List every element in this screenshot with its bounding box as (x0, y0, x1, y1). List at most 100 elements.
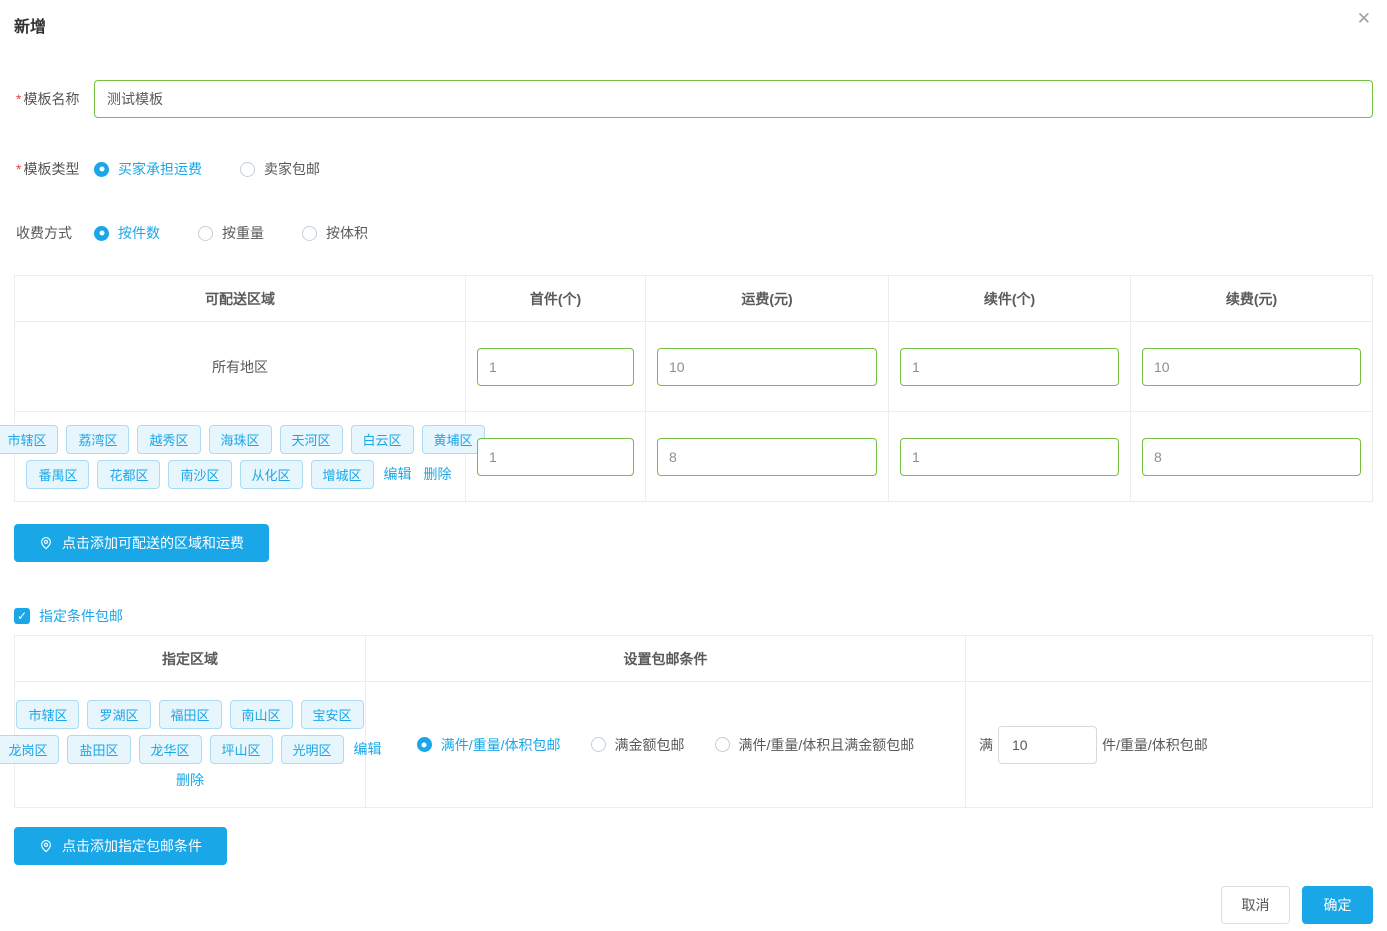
radio-icon (240, 162, 255, 177)
radio-icon (715, 737, 730, 752)
tag-line: 市辖区 罗湖区 福田区 南山区 宝安区 (12, 700, 367, 729)
radio-label: 满件/重量/体积且满金额包邮 (739, 735, 915, 755)
location-pin-icon (39, 839, 53, 853)
confirm-button[interactable]: 确定 (1302, 886, 1373, 924)
column-header-condition: 设置包邮条件 (366, 636, 966, 681)
column-header-empty (966, 636, 1372, 681)
fee-cell (646, 322, 889, 411)
table-row-guangzhou-districts: 市辖区 荔湾区 越秀区 海珠区 天河区 白云区 黄埔区 番禺区 花都区 南沙区 … (15, 411, 1372, 501)
radio-icon (198, 226, 213, 241)
region-tag: 坪山区 (210, 735, 273, 764)
delete-link[interactable]: 删除 (424, 464, 452, 484)
edit-link[interactable]: 编辑 (384, 464, 412, 484)
radio-label: 按体积 (326, 223, 368, 243)
add-region-button[interactable]: 点击添加可配送的区域和运费 (14, 524, 269, 562)
radio-label: 按重量 (222, 223, 264, 243)
radio-icon (302, 226, 317, 241)
charge-method-label: 收费方式 (16, 223, 94, 243)
next-fee-input[interactable] (1142, 438, 1361, 476)
radio-seller-free-shipping[interactable]: 卖家包邮 (240, 159, 320, 179)
region-tag: 增城区 (311, 460, 374, 489)
radio-by-quantity[interactable]: 按件数 (94, 223, 160, 243)
first-qty-input[interactable] (477, 348, 634, 386)
region-tag: 从化区 (240, 460, 303, 489)
template-type-row: *模板类型 买家承担运费 卖家包邮 (16, 159, 1373, 179)
region-tag: 越秀区 (137, 425, 200, 454)
template-type-options: 买家承担运费 卖家包邮 (94, 159, 358, 179)
radio-icon (94, 162, 109, 177)
threshold-input[interactable] (998, 726, 1097, 764)
table-row-shenzhen-districts: 市辖区 罗湖区 福田区 南山区 宝安区 龙岗区 盐田区 龙华区 坪山区 光明区 … (15, 681, 1372, 807)
shipping-fee-table: 可配送区域 首件(个) 运费(元) 续件(个) 续费(元) 所有地区 (14, 275, 1373, 502)
threshold-cell: 满 件/重量/体积包邮 (966, 682, 1372, 807)
template-name-input[interactable] (94, 80, 1373, 118)
radio-qty-and-amount-free[interactable]: 满件/重量/体积且满金额包邮 (715, 735, 915, 755)
first-qty-input[interactable] (477, 438, 634, 476)
radio-by-volume[interactable]: 按体积 (302, 223, 368, 243)
charge-method-label-text: 收费方式 (16, 225, 72, 241)
next-qty-cell (889, 322, 1131, 411)
next-fee-cell (1131, 322, 1372, 411)
location-pin-icon (39, 536, 53, 550)
region-tag: 番禺区 (26, 460, 89, 489)
delete-link[interactable]: 删除 (176, 770, 204, 790)
region-tag: 南山区 (230, 700, 293, 729)
add-condition-button[interactable]: 点击添加指定包邮条件 (14, 827, 227, 865)
column-header-fee: 运费(元) (646, 276, 889, 321)
region-tag: 海珠区 (209, 425, 272, 454)
next-qty-input[interactable] (900, 438, 1119, 476)
radio-by-weight[interactable]: 按重量 (198, 223, 264, 243)
checkbox-label: 指定条件包邮 (39, 606, 123, 626)
radio-qty-weight-volume-free[interactable]: 满件/重量/体积包邮 (417, 735, 561, 755)
next-fee-input[interactable] (1142, 348, 1361, 386)
radio-amount-free[interactable]: 满金额包邮 (591, 735, 685, 755)
region-tag: 光明区 (281, 735, 344, 764)
radio-label: 满件/重量/体积包邮 (441, 735, 561, 755)
radio-icon (591, 737, 606, 752)
radio-icon (94, 226, 109, 241)
column-header-first-qty: 首件(个) (466, 276, 646, 321)
condition-options-cell: 满件/重量/体积包邮 满金额包邮 满件/重量/体积且满金额包邮 (366, 682, 966, 807)
cancel-button[interactable]: 取消 (1221, 886, 1290, 924)
region-tag: 市辖区 (16, 700, 79, 729)
specified-region-tags-cell: 市辖区 罗湖区 福田区 南山区 宝安区 龙岗区 盐田区 龙华区 坪山区 光明区 … (15, 682, 366, 807)
charge-method-row: 收费方式 按件数 按重量 按体积 (16, 223, 1373, 243)
region-tag: 市辖区 (0, 425, 58, 454)
next-qty-input[interactable] (900, 348, 1119, 386)
next-fee-cell (1131, 412, 1372, 501)
threshold-prefix: 满 (979, 735, 993, 755)
region-tag: 白云区 (351, 425, 414, 454)
add-template-dialog: 新增 ✕ *模板名称 *模板类型 买家承担运费 卖家包邮 收费方式 按件数 (0, 0, 1387, 931)
checkbox-checked-icon[interactable]: ✓ (14, 608, 30, 624)
close-icon[interactable]: ✕ (1357, 10, 1371, 27)
column-header-next-qty: 续件(个) (889, 276, 1131, 321)
region-tag: 盐田区 (67, 735, 130, 764)
radio-buyer-pays-shipping[interactable]: 买家承担运费 (94, 159, 202, 179)
column-header-specified-region: 指定区域 (15, 636, 366, 681)
region-tag: 宝安区 (301, 700, 364, 729)
region-cell: 所有地区 (15, 322, 466, 411)
tag-line: 番禺区 花都区 南沙区 从化区 增城区 编辑 删除 (22, 460, 457, 489)
column-header-next-fee: 续费(元) (1131, 276, 1372, 321)
condition-options: 满件/重量/体积包邮 满金额包邮 满件/重量/体积且满金额包邮 (417, 735, 915, 755)
conditional-free-shipping-checkbox[interactable]: ✓ 指定条件包邮 (14, 606, 1373, 626)
required-asterisk: * (16, 91, 21, 107)
add-condition-button-label: 点击添加指定包邮条件 (62, 836, 202, 856)
column-header-region: 可配送区域 (15, 276, 466, 321)
radio-label: 买家承担运费 (118, 159, 202, 179)
fee-input[interactable] (657, 438, 877, 476)
radio-icon (417, 737, 432, 752)
first-qty-cell (466, 322, 646, 411)
free-shipping-condition-table: 指定区域 设置包邮条件 市辖区 罗湖区 福田区 南山区 宝安区 龙岗区 盐田区 … (14, 635, 1373, 808)
radio-label: 按件数 (118, 223, 160, 243)
tag-line: 龙岗区 盐田区 龙华区 坪山区 光明区 编辑 (0, 735, 388, 764)
template-type-label: *模板类型 (16, 159, 94, 179)
table-row-all-regions: 所有地区 (15, 321, 1372, 411)
fee-input[interactable] (657, 348, 877, 386)
region-tags-cell: 市辖区 荔湾区 越秀区 海珠区 天河区 白云区 黄埔区 番禺区 花都区 南沙区 … (15, 412, 466, 501)
region-tag: 龙岗区 (0, 735, 59, 764)
template-name-row: *模板名称 (16, 80, 1373, 118)
template-name-label-text: 模板名称 (23, 91, 79, 107)
region-tag: 天河区 (280, 425, 343, 454)
template-type-label-text: 模板类型 (23, 161, 79, 177)
